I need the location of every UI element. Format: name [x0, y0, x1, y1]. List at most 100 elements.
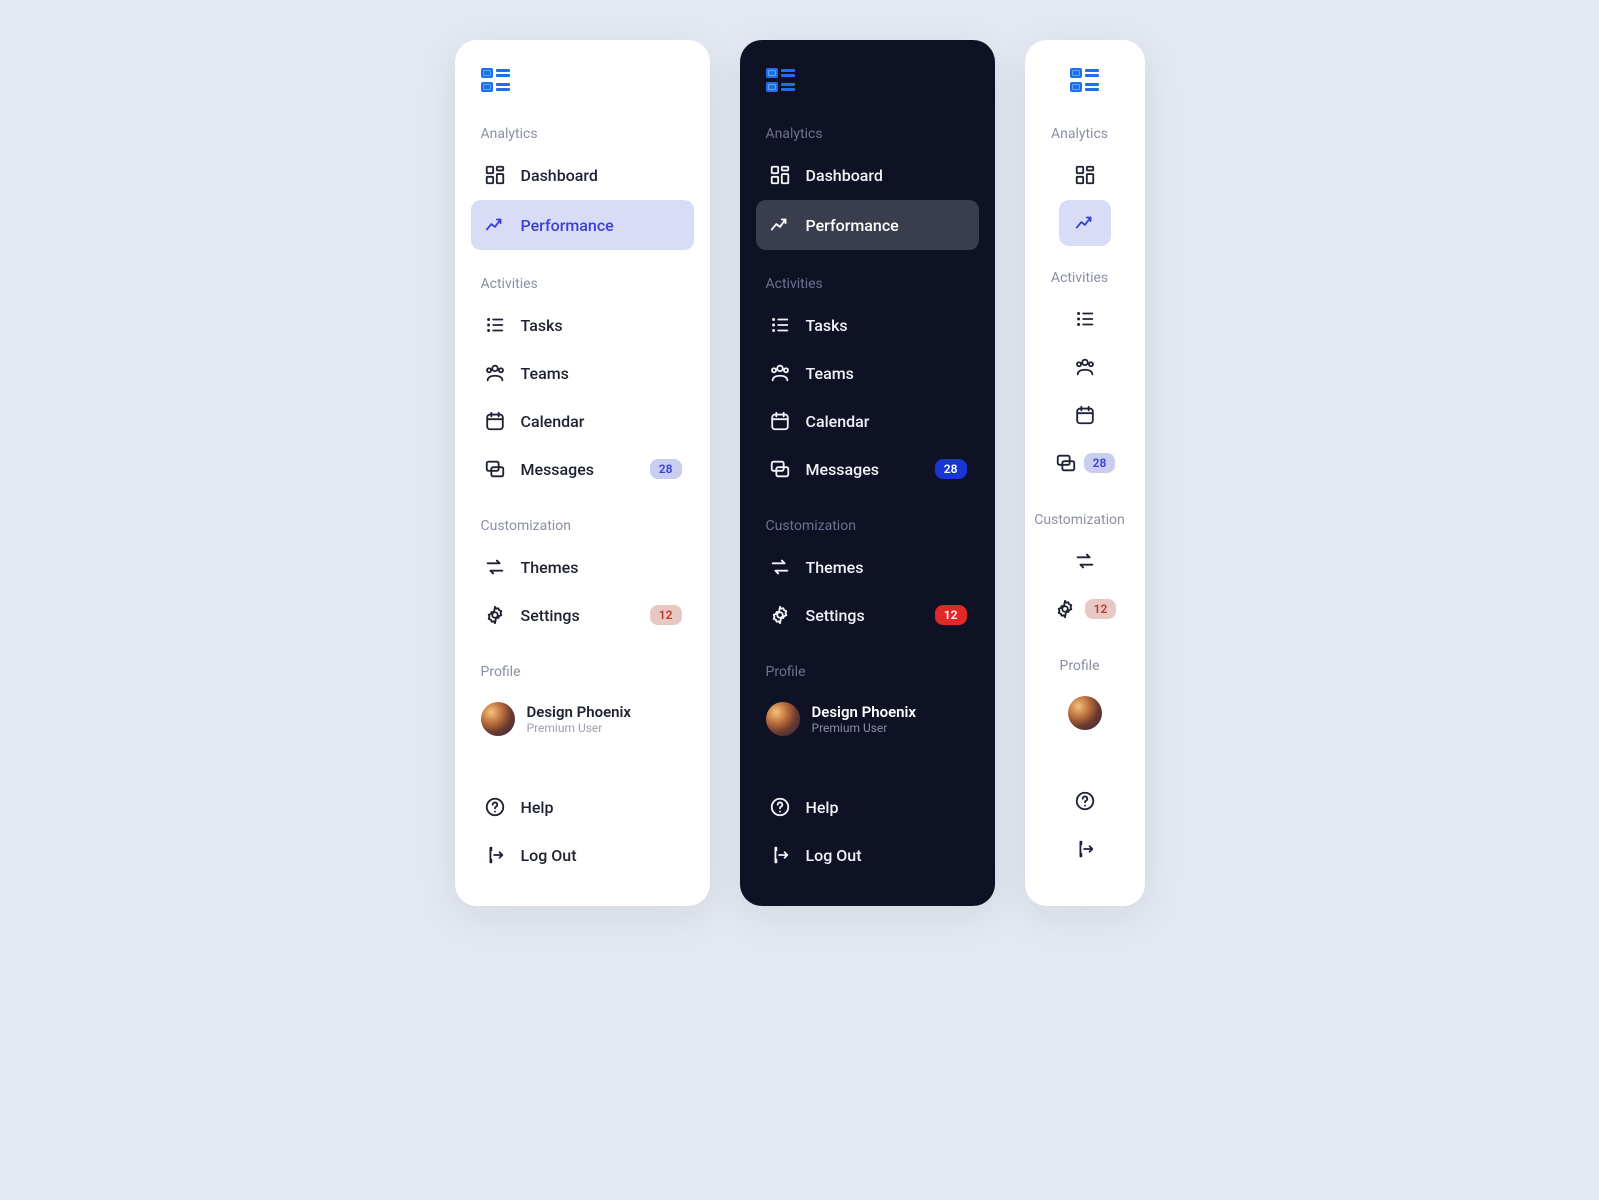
- list-icon: [768, 313, 792, 337]
- profile-block[interactable]: Design Phoenix Premium User: [756, 694, 979, 744]
- logout-icon: [483, 843, 507, 867]
- logout-icon: [1073, 837, 1097, 861]
- nav-help[interactable]: Help: [471, 784, 694, 830]
- nav-label: Dashboard: [806, 166, 967, 185]
- nav-teams[interactable]: Teams: [756, 350, 979, 396]
- avatar: [481, 702, 515, 736]
- nav-label: Log Out: [521, 846, 682, 865]
- sidebar-light-collapsed: Analytics Dashboard Performance Activiti…: [1025, 40, 1145, 906]
- gear-icon: [1053, 597, 1077, 621]
- chat-icon: [1054, 451, 1078, 475]
- nav-settings[interactable]: Settings 12: [756, 592, 979, 638]
- help-icon: [483, 795, 507, 819]
- nav-logout[interactable]: Log Out: [756, 832, 979, 878]
- dashboard-icon: [768, 163, 792, 187]
- messages-badge: 28: [650, 459, 682, 479]
- nav-dashboard[interactable]: Dashboard: [471, 152, 694, 198]
- section-profile: Profile: [1059, 652, 1109, 684]
- nav-label: Performance: [521, 216, 682, 235]
- nav-label: Teams: [806, 364, 967, 383]
- app-logo: [1070, 68, 1100, 94]
- nav-themes[interactable]: Themes: [756, 544, 979, 590]
- calendar-icon: [483, 409, 507, 433]
- nav-teams[interactable]: Teams: [1065, 344, 1105, 390]
- profile-name: Design Phoenix: [812, 703, 917, 721]
- nav-settings[interactable]: Settings 12: [1045, 586, 1125, 632]
- nav-tasks[interactable]: Tasks: [1065, 296, 1105, 342]
- users-icon: [768, 361, 792, 385]
- trend-up-icon: [1073, 211, 1097, 235]
- list-icon: [483, 313, 507, 337]
- nav-settings[interactable]: Settings 12: [471, 592, 694, 638]
- swap-icon: [1073, 549, 1097, 573]
- swap-icon: [483, 555, 507, 579]
- nav-messages[interactable]: Messages 28: [756, 446, 979, 492]
- nav-label: Dashboard: [521, 166, 682, 185]
- nav-dashboard[interactable]: Dashboard: [1065, 152, 1105, 198]
- sidebar-light-expanded: Analytics Dashboard Performance Activiti…: [455, 40, 710, 906]
- nav-performance[interactable]: Performance: [1059, 200, 1111, 246]
- gear-icon: [768, 603, 792, 627]
- nav-calendar[interactable]: Calendar: [471, 398, 694, 444]
- section-customization: Customization: [1034, 506, 1134, 538]
- chat-icon: [483, 457, 507, 481]
- app-logo: [481, 68, 511, 94]
- nav-performance[interactable]: Performance: [756, 200, 979, 250]
- nav-help[interactable]: Help: [756, 784, 979, 830]
- nav-label: Tasks: [521, 316, 682, 335]
- trend-up-icon: [768, 213, 792, 237]
- help-icon: [1073, 789, 1097, 813]
- section-customization: Customization: [756, 512, 979, 544]
- nav-calendar[interactable]: Calendar: [1065, 392, 1105, 438]
- section-activities: Activities: [471, 270, 694, 302]
- users-icon: [1073, 355, 1097, 379]
- dashboard-icon: [483, 163, 507, 187]
- nav-label: Performance: [806, 216, 967, 235]
- nav-label: Themes: [806, 558, 967, 577]
- nav-label: Settings: [806, 606, 921, 625]
- list-icon: [1073, 307, 1097, 331]
- profile-block[interactable]: Design Phoenix Premium User: [471, 694, 694, 744]
- nav-label: Help: [806, 798, 967, 817]
- nav-themes[interactable]: Themes: [471, 544, 694, 590]
- nav-messages[interactable]: Messages 28: [471, 446, 694, 492]
- nav-logout[interactable]: Log Out: [1065, 826, 1105, 872]
- help-icon: [768, 795, 792, 819]
- nav-tasks[interactable]: Tasks: [756, 302, 979, 348]
- section-activities: Activities: [1051, 264, 1118, 296]
- nav-help[interactable]: Help: [1065, 778, 1105, 824]
- nav-messages[interactable]: Messages 28: [1046, 440, 1124, 486]
- avatar: [1068, 696, 1102, 730]
- section-profile: Profile: [471, 658, 694, 690]
- nav-dashboard[interactable]: Dashboard: [756, 152, 979, 198]
- nav-label: Messages: [806, 460, 921, 479]
- settings-badge: 12: [650, 605, 682, 625]
- app-logo: [766, 68, 796, 94]
- profile-block[interactable]: Design Phoenix Premium User: [1058, 688, 1112, 738]
- calendar-icon: [768, 409, 792, 433]
- nav-label: Help: [521, 798, 682, 817]
- nav-label: Tasks: [806, 316, 967, 335]
- calendar-icon: [1073, 403, 1097, 427]
- nav-label: Log Out: [806, 846, 967, 865]
- sidebar-dark-expanded: Analytics Dashboard Performance Activiti…: [740, 40, 995, 906]
- logout-icon: [768, 843, 792, 867]
- nav-tasks[interactable]: Tasks: [471, 302, 694, 348]
- nav-themes[interactable]: Themes: [1065, 538, 1105, 584]
- nav-label: Themes: [521, 558, 682, 577]
- avatar: [766, 702, 800, 736]
- nav-teams[interactable]: Teams: [471, 350, 694, 396]
- section-analytics: Analytics: [756, 120, 979, 152]
- profile-subtitle: Premium User: [812, 721, 917, 735]
- chat-icon: [768, 457, 792, 481]
- settings-badge: 12: [1085, 599, 1117, 619]
- nav-calendar[interactable]: Calendar: [756, 398, 979, 444]
- nav-performance[interactable]: Performance: [471, 200, 694, 250]
- section-customization: Customization: [471, 512, 694, 544]
- nav-logout[interactable]: Log Out: [471, 832, 694, 878]
- dashboard-icon: [1073, 163, 1097, 187]
- nav-label: Calendar: [806, 412, 967, 431]
- section-profile: Profile: [756, 658, 979, 690]
- messages-badge: 28: [935, 459, 967, 479]
- trend-up-icon: [483, 213, 507, 237]
